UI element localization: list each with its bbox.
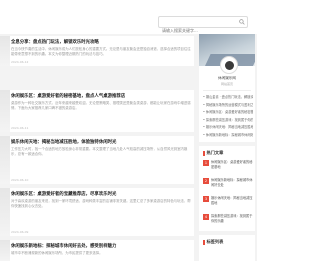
recent-post-link[interactable]: • 休闲娱乐区：桌游爱好者的秘密基地: [203, 109, 253, 117]
site-desc[interactable]: 网站首页: [199, 82, 255, 86]
hot-item-title[interactable]: 休闲娱乐区：桌游爱好者的秘密基地: [211, 160, 253, 169]
article-title[interactable]: 休闲娱乐新地标：探秘城市休闲好去处，感受别样魅力: [11, 243, 116, 249]
recent-post-link[interactable]: • 休闲娱乐新地标：探秘城市休闲好: [203, 132, 253, 140]
widget-title: 热门文章: [203, 150, 223, 156]
hot-item[interactable]: 4 探索那些减压游戏：找到属于你的乐趣: [203, 214, 253, 232]
article-title[interactable]: 休闲娱乐区：桌游爱好者的宝藏推荐店，尽享欢乐时光: [11, 191, 116, 197]
rank-badge: 3: [203, 196, 209, 202]
hot-item[interactable]: 3 娱乐休闲天地：揭秘当地减压胜地: [203, 196, 253, 214]
recent-post-link[interactable]: • 揭秘娱乐场所的运营模式与盈利之道: [203, 102, 253, 110]
article-date: 2024-06-11: [11, 126, 29, 130]
hot-item-title[interactable]: 探索那些减压游戏：找到属于你的乐趣: [211, 214, 253, 223]
article-card[interactable]: 娱乐休闲天地：揭秘当地减压胜地，体验独特休闲时光 工作压力大时，找一个合适的地方…: [0, 136, 194, 184]
hot-list: 1 休闲娱乐区：桌游爱好者的秘密基地 2 休闲娱乐新地标：探秘城市休闲好去处 3…: [203, 160, 253, 232]
article-excerpt: 城市中不断涌现新的休闲娱乐场所，为市民提供了更多选择。: [11, 251, 103, 255]
hot-item-title[interactable]: 娱乐休闲天地：揭秘当地减压胜地: [211, 196, 253, 205]
recent-post-link[interactable]: • 探索那些减压游戏：找到属于你的: [203, 117, 253, 125]
article-date: 2024-06-12: [11, 60, 29, 64]
article-card[interactable]: 全息分享：盘点热门玩法，解锁欢乐时光攻略 在当今快节奏的生活中，休闲娱乐成为人们…: [0, 36, 194, 66]
divider: [203, 90, 251, 91]
article-thumbnail[interactable]: [0, 136, 10, 184]
avatar[interactable]: [220, 56, 238, 74]
hot-item[interactable]: 2 休闲娱乐新地标：探秘城市休闲好去处: [203, 178, 253, 196]
article-date: 2024-06-09: [11, 230, 29, 234]
rank-badge: 4: [203, 214, 209, 220]
article-card[interactable]: 休闲娱乐区：桌游爱好者的秘密基地，盘点人气桌游推荐店 桌游作为一种社交娱乐方式，…: [0, 90, 194, 132]
article-thumbnail[interactable]: [0, 188, 10, 236]
article-thumbnail[interactable]: [0, 36, 10, 66]
hot-articles-widget: 热门文章 1 休闲娱乐区：桌游爱好者的秘密基地 2 休闲娱乐新地标：探秘城市休闲…: [199, 146, 255, 231]
top-header: [0, 0, 257, 36]
article-excerpt: 工作压力大时，找一个合适的地方放松身心非常重要。本文整理了当地几处人气较高的减压…: [11, 147, 188, 156]
article-excerpt: 桌游作为一种社交娱乐方式，近年来越来越受欢迎。无论是策略类、推理类还是聚会类桌游…: [11, 101, 191, 110]
search-icon: [239, 19, 245, 25]
profile-widget: 休闲娱乐网 网站首页 • 锡山金喜 · 盘点热门玩法，解锁欢乐 • 揭秘娱乐场所…: [199, 34, 255, 142]
article-excerpt: 在当今快节奏的生活中，休闲娱乐成为人们放松身心的重要方式。无论是与朋友聚会还是独…: [11, 47, 191, 56]
recent-post-link[interactable]: • 锡山金喜 · 盘点热门玩法，解锁欢乐: [203, 94, 253, 102]
article-thumbnail[interactable]: [0, 240, 10, 261]
article-card[interactable]: 休闲娱乐区：桌游爱好者的宝藏推荐店，尽享欢乐时光 对于喜欢桌游的朋友来说，找到一…: [0, 188, 194, 236]
article-excerpt: 对于喜欢桌游的朋友来说，找到一家环境舒适、游戏种类丰富的店铺非常关键。这里汇总了…: [11, 199, 191, 208]
search-button[interactable]: [238, 18, 246, 26]
article-title[interactable]: 全息分享：盘点热门玩法，解锁欢乐时光攻略: [11, 39, 99, 45]
article-title[interactable]: 娱乐休闲天地：揭秘当地减压胜地，体验独特休闲时光: [11, 139, 116, 145]
recent-post-link[interactable]: • 娱乐休闲天地：揭秘当地减压胜地: [203, 124, 253, 132]
article-date: 2024-06-10: [11, 178, 29, 182]
rank-badge: 2: [203, 178, 209, 184]
tags-widget: 标签列表: [199, 235, 255, 261]
hot-title: 热门文章: [206, 150, 224, 155]
site-name: 休闲娱乐网: [218, 76, 236, 80]
article-title[interactable]: 休闲娱乐区：桌游爱好者的秘密基地，盘点人气桌游推荐店: [11, 93, 125, 99]
widget-title: 标签列表: [203, 239, 223, 245]
article-card[interactable]: 休闲娱乐新地标：探秘城市休闲好去处，感受别样魅力 城市中不断涌现新的休闲娱乐场所…: [0, 240, 194, 261]
tags-title: 标签列表: [206, 239, 224, 244]
rank-badge: 1: [203, 160, 209, 166]
hot-item[interactable]: 1 休闲娱乐区：桌游爱好者的秘密基地: [203, 160, 253, 178]
title-bar-icon: [203, 239, 205, 245]
article-thumbnail[interactable]: [0, 90, 10, 132]
hot-item-title[interactable]: 休闲娱乐新地标：探秘城市休闲好去处: [211, 178, 253, 187]
search-box: [158, 16, 248, 36]
title-bar-icon: [203, 150, 205, 156]
recent-posts-list: • 锡山金喜 · 盘点热门玩法，解锁欢乐 • 揭秘娱乐场所的运营模式与盈利之道 …: [203, 94, 253, 139]
